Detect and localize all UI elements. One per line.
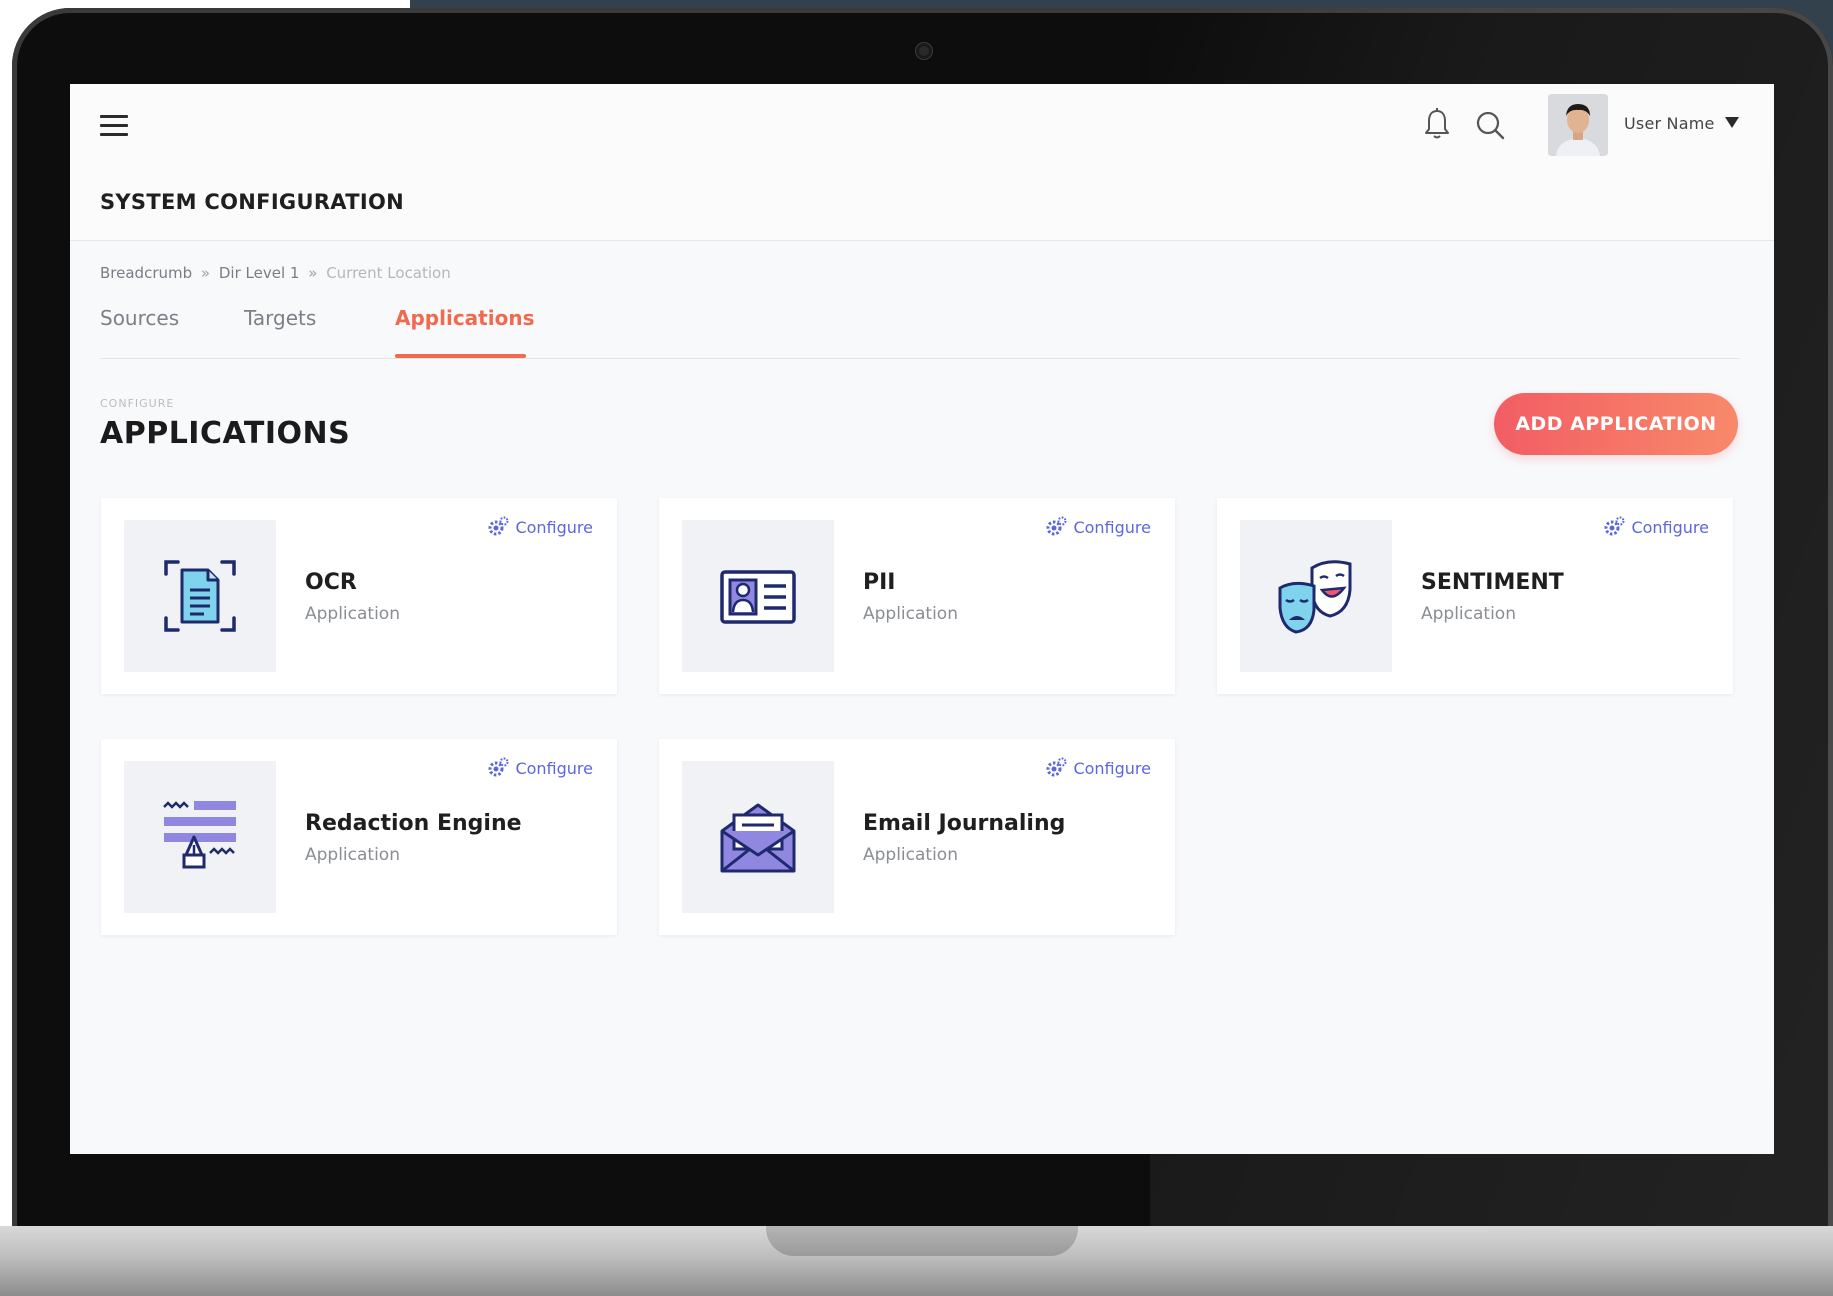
card-title: Email Journaling (863, 811, 1066, 836)
ocr-document-icon (164, 560, 236, 632)
application-card-ocr[interactable]: OCR Application Configure (101, 498, 617, 694)
application-card-redaction-engine[interactable]: Redaction Engine Application Configure (101, 739, 617, 935)
configure-link[interactable]: Configure (1045, 757, 1151, 779)
avatar[interactable] (1548, 94, 1608, 156)
card-icon-box (124, 520, 276, 672)
card-subtitle: Application (1421, 604, 1516, 624)
hamburger-menu-icon[interactable] (100, 115, 128, 137)
page-title: SYSTEM CONFIGURATION (100, 190, 404, 214)
gears-icon (488, 516, 509, 536)
section-eyebrow: CONFIGURE (100, 397, 175, 410)
card-icon-box (124, 761, 276, 913)
open-envelope-icon (720, 803, 796, 873)
id-card-icon (720, 570, 796, 624)
application-card-sentiment[interactable]: SENTIMENT Application Configure (1217, 498, 1733, 694)
card-title: PII (863, 570, 896, 595)
card-title: OCR (305, 570, 357, 595)
configure-link[interactable]: Configure (1603, 516, 1709, 538)
top-bar: User Name (70, 84, 1774, 169)
section-title: APPLICATIONS (100, 416, 351, 451)
configure-label: Configure (1073, 758, 1151, 778)
configure-label: Configure (1073, 517, 1151, 537)
screen: User Name SYSTEM CONFIGURATION Breadcrum… (70, 84, 1774, 1154)
breadcrumb-separator: » (200, 264, 211, 282)
card-icon-box (682, 520, 834, 672)
card-subtitle: Application (863, 604, 958, 624)
breadcrumb: Breadcrumb » Dir Level 1 » Current Locat… (100, 264, 451, 282)
card-subtitle: Application (305, 845, 400, 865)
configure-link[interactable]: Configure (487, 516, 593, 538)
card-title: SENTIMENT (1421, 570, 1564, 595)
configure-link[interactable]: Configure (1045, 516, 1151, 538)
tabs-divider (100, 358, 1740, 359)
breadcrumb-current: Current Location (326, 264, 451, 282)
gears-icon (1604, 516, 1625, 536)
configure-label: Configure (1631, 517, 1709, 537)
redaction-pen-icon (163, 801, 236, 869)
chevron-down-icon[interactable] (1724, 115, 1740, 129)
card-icon-box (1240, 520, 1392, 672)
card-icon-box (682, 761, 834, 913)
gears-icon (1046, 516, 1067, 536)
tab-targets[interactable]: Targets (244, 306, 316, 330)
configure-label: Configure (515, 758, 593, 778)
camera-icon (916, 43, 932, 59)
configure-label: Configure (515, 517, 593, 537)
gears-icon (1046, 757, 1067, 777)
card-subtitle: Application (863, 845, 958, 865)
application-card-pii[interactable]: PII Application Configure (659, 498, 1175, 694)
application-card-email-journaling[interactable]: Email Journaling Application Configure (659, 739, 1175, 935)
breadcrumb-item[interactable]: Dir Level 1 (219, 264, 300, 282)
card-subtitle: Application (305, 604, 400, 624)
laptop-base-notch (766, 1226, 1078, 1256)
breadcrumb-item[interactable]: Breadcrumb (100, 264, 192, 282)
user-name[interactable]: User Name (1624, 114, 1715, 133)
add-application-button[interactable]: ADD APPLICATION (1494, 393, 1738, 455)
tab-applications[interactable]: Applications (395, 306, 534, 330)
card-title: Redaction Engine (305, 811, 522, 836)
configure-link[interactable]: Configure (487, 757, 593, 779)
search-icon[interactable] (1474, 109, 1506, 141)
theater-masks-icon (1278, 560, 1352, 634)
gears-icon (488, 757, 509, 777)
notification-bell-icon[interactable] (1422, 107, 1452, 141)
breadcrumb-separator: » (308, 264, 318, 282)
tab-sources[interactable]: Sources (100, 306, 179, 330)
